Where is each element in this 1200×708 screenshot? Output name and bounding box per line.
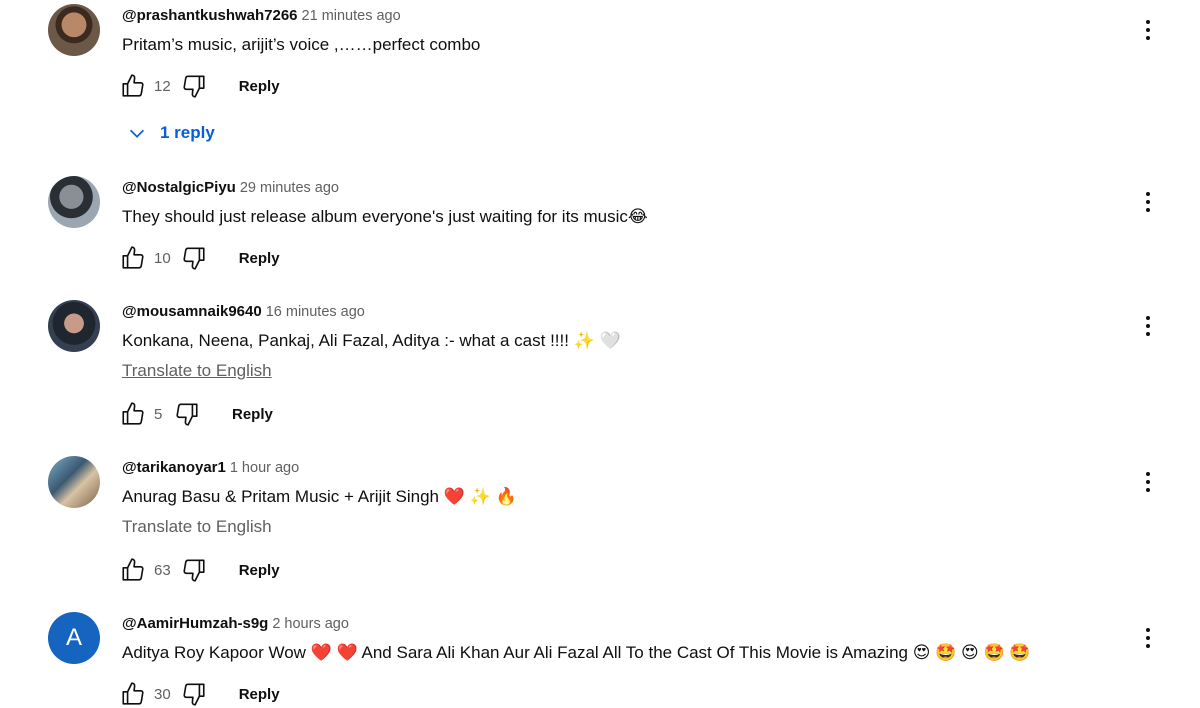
comment-author[interactable]: @mousamnaik9640 <box>122 303 262 320</box>
thumbs-up-icon[interactable] <box>120 401 146 427</box>
comment-actions: 10 Reply <box>120 244 280 272</box>
comment-header: @AamirHumzah-s9g 2 hours ago <box>122 614 349 634</box>
translate-link[interactable]: Translate to English <box>122 361 272 381</box>
like-count: 5 <box>154 405 163 423</box>
comment-time[interactable]: 29 minutes ago <box>240 180 339 196</box>
more-vert-icon[interactable] <box>1136 310 1160 342</box>
like-count: 12 <box>154 77 171 95</box>
chevron-down-icon <box>129 129 145 138</box>
thumbs-up-icon[interactable] <box>120 681 146 707</box>
more-vert-icon[interactable] <box>1136 186 1160 218</box>
like-count: 63 <box>154 561 171 579</box>
avatar[interactable]: A <box>48 612 100 664</box>
like-count: 10 <box>154 249 171 267</box>
comment-actions: 63 Reply <box>120 556 280 584</box>
comment-time[interactable]: 1 hour ago <box>230 460 299 476</box>
avatar[interactable] <box>48 456 100 508</box>
comment-time[interactable]: 2 hours ago <box>272 616 349 632</box>
comment-time[interactable]: 16 minutes ago <box>266 304 365 320</box>
comment-actions: 5 Reply <box>120 400 273 428</box>
thumbs-down-icon[interactable] <box>181 557 207 583</box>
comment-author[interactable]: @tarikanoyar1 <box>122 459 226 476</box>
avatar[interactable] <box>48 300 100 352</box>
reply-button[interactable]: Reply <box>232 406 273 423</box>
comment-actions: 12 Reply <box>120 72 280 100</box>
replies-label: 1 reply <box>160 123 215 142</box>
thumbs-down-icon[interactable] <box>181 73 207 99</box>
comment-text: Pritam’s music, arijit’s voice ,……perfec… <box>122 35 481 54</box>
thumbs-down-icon[interactable] <box>174 401 200 427</box>
reply-button[interactable]: Reply <box>239 78 280 95</box>
comment-text: Aditya Roy Kapoor Wow ❤️ ❤️ And Sara Ali… <box>122 643 1031 662</box>
comment-text: Anurag Basu & Pritam Music + Arijit Sing… <box>122 487 517 506</box>
comment-header: @tarikanoyar1 1 hour ago <box>122 458 299 478</box>
comment-header: @mousamnaik9640 16 minutes ago <box>122 302 365 322</box>
more-vert-icon[interactable] <box>1136 14 1160 46</box>
comment-header: @prashantkushwah7266 21 minutes ago <box>122 6 401 26</box>
view-replies-button[interactable]: 1 reply <box>126 122 215 144</box>
thumbs-up-icon[interactable] <box>120 73 146 99</box>
comment-text: They should just release album everyone'… <box>122 207 648 226</box>
translate-link[interactable]: Translate to English <box>122 517 272 537</box>
more-vert-icon[interactable] <box>1136 466 1160 498</box>
thumbs-down-icon[interactable] <box>181 681 207 707</box>
thumbs-down-icon[interactable] <box>181 245 207 271</box>
comment-actions: 30 Reply <box>120 680 280 708</box>
reply-button[interactable]: Reply <box>239 250 280 267</box>
thumbs-up-icon[interactable] <box>120 245 146 271</box>
comment-text: Konkana, Neena, Pankaj, Ali Fazal, Adity… <box>122 331 621 350</box>
avatar[interactable] <box>48 4 100 56</box>
comment-author[interactable]: @prashantkushwah7266 <box>122 7 298 24</box>
comment-header: @NostalgicPiyu 29 minutes ago <box>122 178 339 198</box>
comment-time[interactable]: 21 minutes ago <box>302 8 401 24</box>
comment-author[interactable]: @NostalgicPiyu <box>122 179 236 196</box>
more-vert-icon[interactable] <box>1136 622 1160 654</box>
avatar[interactable] <box>48 176 100 228</box>
reply-button[interactable]: Reply <box>239 562 280 579</box>
comment-author[interactable]: @AamirHumzah-s9g <box>122 615 268 632</box>
thumbs-up-icon[interactable] <box>120 557 146 583</box>
